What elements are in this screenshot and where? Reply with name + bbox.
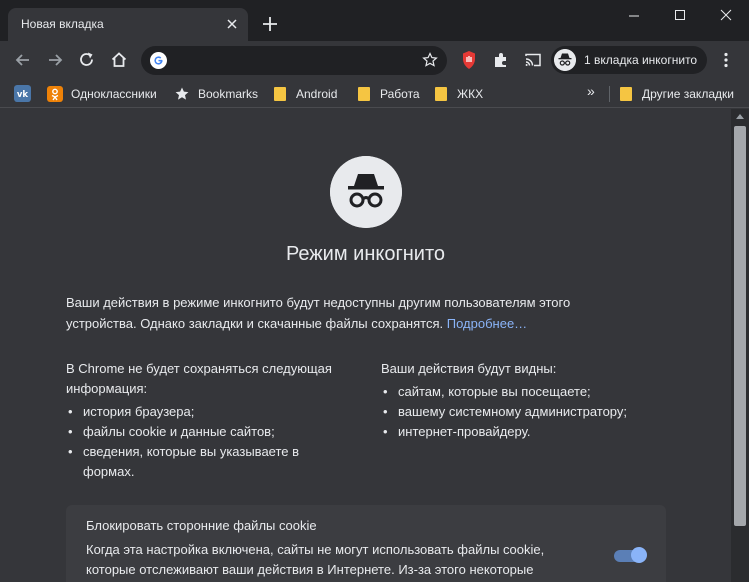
folder-icon (620, 87, 632, 101)
list-item: интернет-провайдеру. (381, 422, 681, 442)
google-logo-icon (150, 52, 167, 69)
folder-icon (435, 87, 447, 101)
incognito-tab-count: 1 вкладка инкогнито (584, 53, 698, 67)
learn-more-link[interactable]: Подробнее… (447, 316, 527, 331)
not-saved-heading: В Chrome не будет сохраняться следующая … (66, 361, 332, 396)
bookmarks-divider (609, 86, 610, 102)
bookmark-label: Другие закладки (642, 87, 734, 101)
bookmark-label: Работа (380, 87, 420, 101)
visible-to-list: сайтам, которые вы посещаете; вашему сис… (381, 382, 681, 442)
cookie-card-title: Блокировать сторонние файлы cookie (86, 518, 317, 533)
list-item: история браузера; (66, 402, 341, 422)
tab-new-tab[interactable]: Новая вкладка (8, 8, 248, 41)
list-item: вашему системному администратору; (381, 402, 681, 422)
cookie-card-description: Когда эта настройка включена, сайты не м… (86, 542, 545, 577)
bookmark-star-icon[interactable] (422, 52, 438, 68)
scrollbar-thumb[interactable] (734, 126, 746, 526)
incognito-avatar-icon (554, 49, 576, 71)
cast-icon[interactable] (523, 50, 543, 70)
tab-strip: Новая вкладка (0, 0, 749, 41)
bookmark-item-bookmarks[interactable]: Bookmarks (174, 85, 258, 103)
toolbar: 1 вкладка инкогнито (0, 41, 749, 79)
list-item: сведения, которые вы указываете в формах… (66, 442, 341, 482)
list-item: файлы cookie и данные сайтов; (66, 422, 341, 442)
adblock-extension-icon[interactable] (459, 50, 479, 70)
extensions-puzzle-icon[interactable] (491, 50, 511, 70)
maximize-window-icon[interactable] (657, 0, 703, 30)
bookmark-item-odnoklassniki[interactable]: Одноклассники (47, 85, 157, 103)
incognito-description: Ваши действия в режиме инкогнито будут н… (66, 292, 626, 334)
bookmark-label: Одноклассники (71, 87, 157, 101)
cookie-controls-card: Блокировать сторонние файлы cookie Когда… (66, 505, 666, 582)
close-icon[interactable] (224, 16, 240, 32)
folder-icon (358, 87, 370, 101)
bookmark-folder-android[interactable]: Android (274, 85, 337, 103)
odnoklassniki-icon (47, 86, 63, 102)
home-icon[interactable] (109, 50, 129, 70)
folder-icon (274, 87, 286, 101)
visible-to-section: Ваши действия будут видны: сайтам, котор… (381, 359, 681, 442)
bookmarks-bar: vk Одноклассники Bookmarks Android Работ… (0, 79, 749, 108)
visible-to-heading: Ваши действия будут видны: (381, 361, 557, 376)
block-cookies-toggle[interactable] (614, 547, 647, 563)
reload-icon[interactable] (77, 50, 97, 70)
bookmark-label: Android (296, 87, 338, 101)
tab-title: Новая вкладка (21, 17, 104, 31)
incognito-profile-button[interactable]: 1 вкладка инкогнито (551, 46, 707, 74)
star-icon (175, 87, 189, 100)
bookmarks-overflow-button[interactable]: » (587, 83, 595, 99)
bookmark-folder-zhkh[interactable]: ЖКХ (435, 85, 483, 103)
not-saved-list: история браузера; файлы cookie и данные … (66, 402, 341, 482)
more-menu-icon[interactable] (717, 51, 735, 69)
minimize-window-icon[interactable] (611, 0, 657, 30)
bookmark-folder-rabota[interactable]: Работа (358, 85, 420, 103)
svg-text:vk: vk (17, 90, 29, 100)
new-tab-plus-icon[interactable] (260, 14, 280, 34)
incognito-page: Режим инкогнито Ваши действия в режиме и… (0, 109, 731, 582)
scroll-up-arrow-icon[interactable] (736, 114, 744, 119)
toggle-knob (631, 547, 647, 563)
forward-arrow-icon[interactable] (45, 50, 65, 70)
page-title: Режим инкогнито (285, 243, 446, 265)
bookmark-label: ЖКХ (457, 87, 484, 101)
vk-icon[interactable]: vk (14, 85, 31, 102)
list-item: сайтам, которые вы посещаете; (381, 382, 681, 402)
close-window-icon[interactable] (703, 0, 749, 30)
not-saved-section: В Chrome не будет сохраняться следующая … (66, 359, 341, 482)
omnibox[interactable] (141, 46, 447, 75)
back-arrow-icon[interactable] (13, 50, 33, 70)
other-bookmarks-folder[interactable]: Другие закладки (620, 85, 734, 103)
incognito-hero-icon (330, 156, 402, 228)
page-scrollbar[interactable] (731, 109, 749, 582)
bookmark-label: Bookmarks (198, 87, 259, 101)
